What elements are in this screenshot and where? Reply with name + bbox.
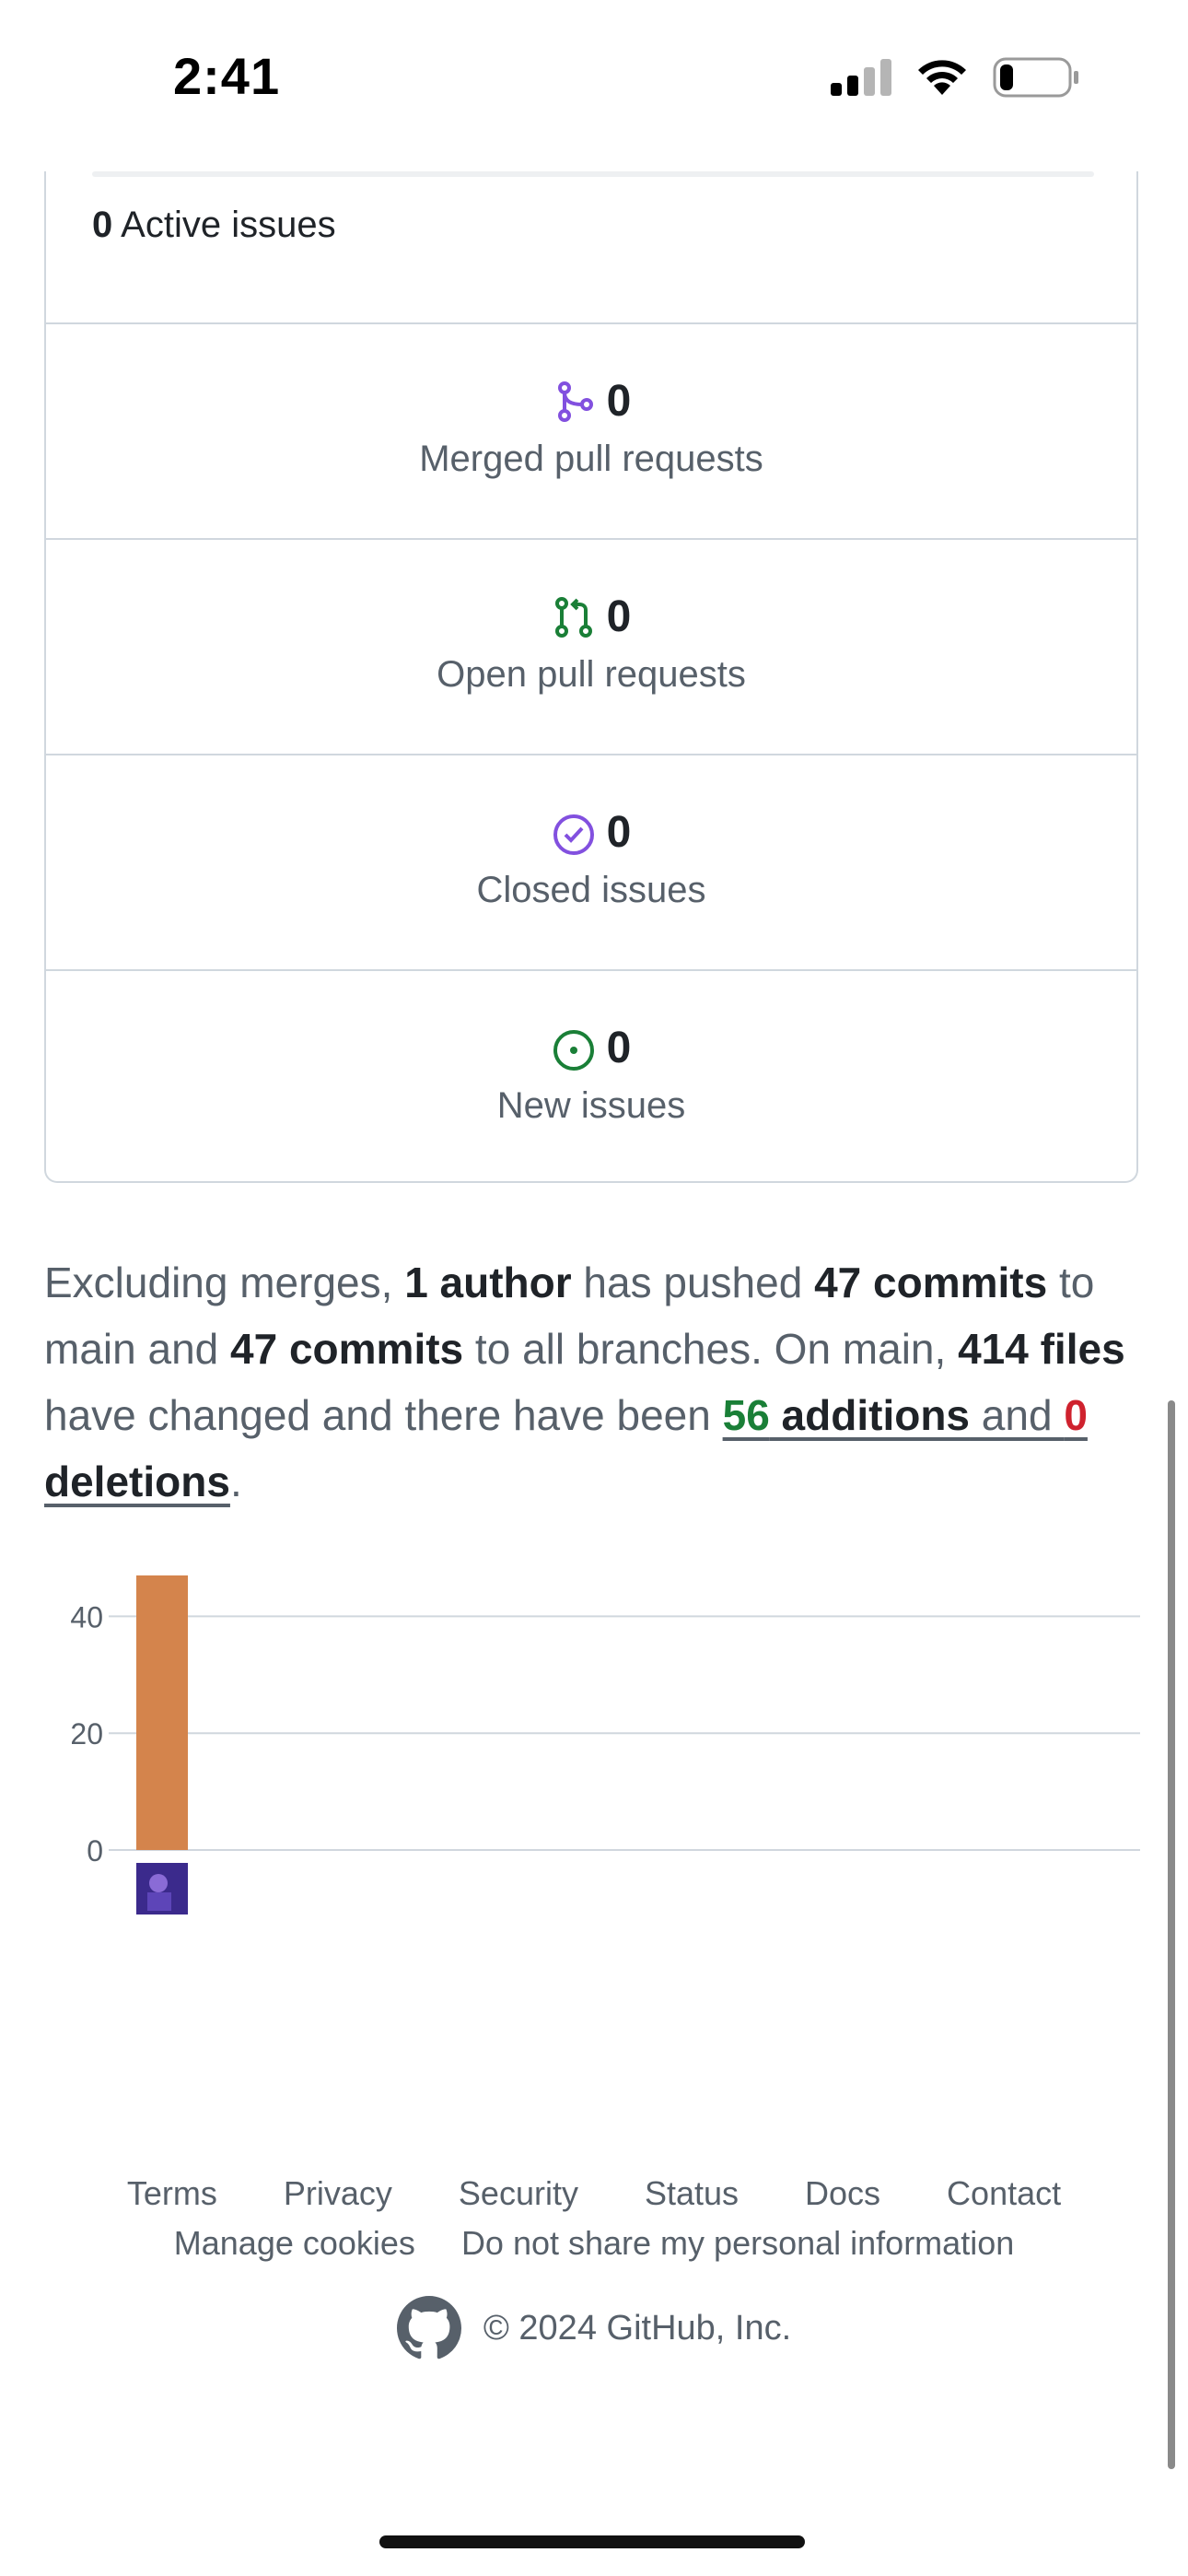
commits-main-count: 47 commits (814, 1259, 1048, 1306)
github-logo-icon[interactable] (396, 2296, 461, 2360)
merged-pr-count: 0 (606, 377, 632, 426)
summary-text: and (970, 1391, 1065, 1439)
author-count-link[interactable]: 1 author (404, 1259, 571, 1306)
footer-link-status[interactable]: Status (645, 2174, 739, 2213)
copyright-text: © 2024 GitHub, Inc. (483, 2308, 792, 2348)
pulse-stats-card: 0 Active issues 0 Merged pull requests 0… (44, 171, 1138, 1183)
active-issues-label: Active issues (121, 205, 336, 245)
home-indicator[interactable] (379, 2535, 805, 2548)
footer-links-secondary: Manage cookies Do not share my personal … (0, 2224, 1188, 2263)
footer-link-terms[interactable]: Terms (127, 2174, 217, 2213)
active-issues-row[interactable]: 0 Active issues (46, 171, 1136, 324)
status-icons (831, 57, 1079, 98)
footer-copyright: © 2024 GitHub, Inc. (0, 2296, 1188, 2360)
closed-issues-label: Closed issues (476, 870, 706, 910)
commits-by-author-chart: 0 20 40 (44, 1557, 1149, 1926)
chart-svg: 0 20 40 (70, 1575, 1140, 1914)
open-pull-requests-row[interactable]: 0 Open pull requests (46, 540, 1136, 755)
closed-issues-row[interactable]: 0 Closed issues (46, 755, 1136, 971)
y-tick-label: 40 (70, 1600, 103, 1633)
footer-link-do-not-share[interactable]: Do not share my personal information (461, 2224, 1014, 2263)
merged-pr-label: Merged pull requests (419, 439, 763, 479)
avatar-figure (147, 1892, 171, 1911)
commit-bar (136, 1575, 188, 1850)
commit-summary: Excluding merges, 1 author has pushed 47… (44, 1249, 1149, 1515)
commits-all-count: 47 commits (230, 1325, 464, 1373)
battery-icon (993, 57, 1078, 98)
additions-count: 56 (722, 1391, 770, 1439)
footer-link-privacy[interactable]: Privacy (284, 2174, 392, 2213)
merged-pull-requests-row[interactable]: 0 Merged pull requests (46, 324, 1136, 540)
footer-link-docs[interactable]: Docs (805, 2174, 880, 2213)
scrollbar[interactable] (1168, 1400, 1175, 2469)
files-changed-count: 414 files (958, 1325, 1125, 1373)
cellular-signal-icon (831, 59, 891, 96)
summary-text: has pushed (571, 1259, 815, 1306)
summary-text: to all branches. On main, (463, 1325, 959, 1373)
y-tick-label: 20 (70, 1717, 103, 1751)
additions-label: additions (769, 1391, 971, 1439)
open-pr-label: Open pull requests (437, 654, 746, 695)
summary-text: . (229, 1458, 242, 1505)
issue-opened-icon (553, 1029, 594, 1071)
new-issues-label: New issues (496, 1085, 686, 1126)
git-pull-request-icon (554, 596, 592, 638)
avatar-figure (149, 1874, 168, 1892)
closed-issues-count: 0 (606, 808, 632, 857)
open-pr-count: 0 (606, 592, 632, 641)
y-tick-label: 0 (87, 1834, 103, 1868)
new-issues-row[interactable]: 0 New issues (46, 971, 1136, 1187)
new-issues-count: 0 (606, 1024, 632, 1072)
deletions-label: deletions (44, 1458, 230, 1505)
status-bar: 2:41 (0, 0, 1188, 166)
footer-link-contact[interactable]: Contact (947, 2174, 1061, 2213)
footer-link-manage-cookies[interactable]: Manage cookies (174, 2224, 415, 2263)
git-merge-icon (557, 381, 593, 422)
deletions-count: 0 (1064, 1391, 1088, 1439)
issue-closed-icon (553, 814, 594, 855)
active-issues-text: 0 Active issues (92, 205, 336, 246)
footer-links: Terms Privacy Security Status Docs Conta… (0, 2174, 1188, 2213)
wifi-icon (918, 60, 966, 95)
summary-text: Excluding merges, (44, 1259, 405, 1306)
footer-link-security[interactable]: Security (459, 2174, 578, 2213)
active-issues-count: 0 (92, 205, 113, 245)
status-time: 2:41 (173, 47, 281, 105)
summary-text: have changed and there have been (44, 1391, 723, 1439)
